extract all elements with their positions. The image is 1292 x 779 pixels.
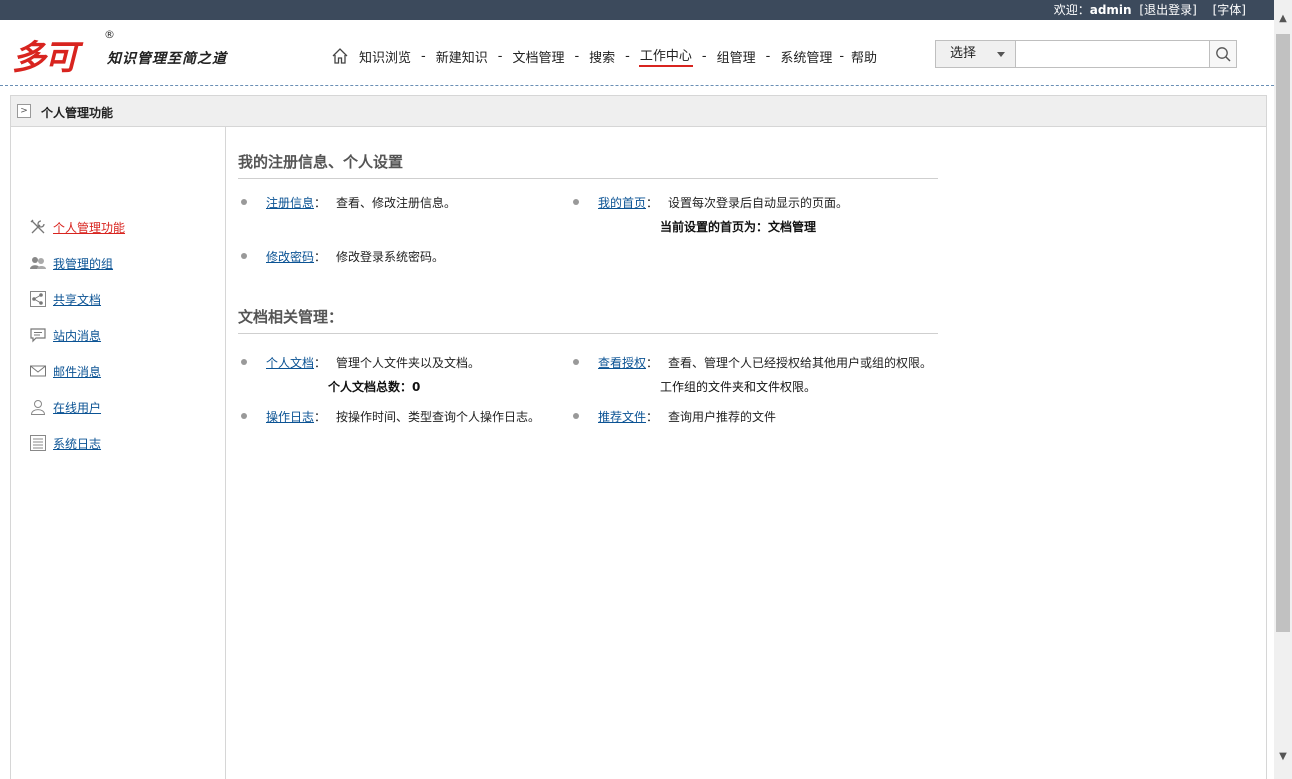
entry-view-authorization: 查看授权 ： 查看、管理个人已经授权给其他用户或组的权限。	[573, 354, 932, 371]
log-icon	[30, 435, 46, 451]
entry-desc: 按操作时间、类型查询个人操作日志。	[336, 410, 541, 424]
bullet	[241, 199, 247, 205]
sidebar-item-label: 个人管理功能	[53, 220, 126, 235]
sidebar: 个人管理功能 我管理的组 共享文档 站内消息 邮件消息 在线用户 系统日志	[10, 127, 226, 779]
search-box: 选择	[935, 40, 1237, 68]
vertical-scrollbar[interactable]: ▲ ▼	[1274, 0, 1292, 779]
logo-brand: 多可	[12, 38, 78, 78]
sidebar-item-label: 共享文档	[53, 292, 102, 307]
entry-desc: 查看、修改注册信息。	[336, 196, 457, 210]
sidebar-item-label: 系统日志	[53, 436, 102, 451]
sidebar-item-personal-management[interactable]: 个人管理功能	[29, 217, 125, 237]
sidebar-item-label: 我管理的组	[53, 256, 114, 271]
bullet	[573, 359, 579, 365]
panel-toggle-icon[interactable]: >	[17, 104, 31, 118]
sidebar-item-label: 邮件消息	[53, 364, 102, 379]
sidebar-item-label: 在线用户	[53, 400, 102, 415]
nav-group-management[interactable]: 组管理	[716, 47, 757, 66]
sidebar-item-my-groups[interactable]: 我管理的组	[29, 253, 113, 273]
bullet	[241, 253, 247, 259]
logo: 多可 ® 知识管理至简之道	[12, 28, 252, 78]
current-homepage-text: 当前设置的首页为：文档管理	[660, 220, 817, 234]
bullet	[241, 413, 247, 419]
bullet	[573, 413, 579, 419]
sidebar-item-system-log[interactable]: 系统日志	[29, 433, 101, 453]
bullet	[241, 359, 247, 365]
welcome-text: 欢迎：	[1053, 3, 1090, 17]
search-input[interactable]	[1016, 41, 1209, 67]
logo-slogan: 知识管理至简之道	[107, 51, 227, 67]
change-password-link[interactable]: 修改密码	[266, 248, 314, 265]
nav-separator: -	[701, 48, 707, 64]
logout-link[interactable]: [退出登录]	[1139, 3, 1196, 17]
authorization-subtext: 工作组的文件夹和文件权限。	[660, 380, 817, 394]
panel-header: > 个人管理功能	[10, 95, 1267, 127]
entry-desc: 查询用户推荐的文件	[668, 410, 777, 424]
bullet	[573, 199, 579, 205]
entry-operation-log: 操作日志 ： 按操作时间、类型查询个人操作日志。	[241, 408, 540, 425]
font-link[interactable]: [字体]	[1213, 3, 1246, 17]
panel-right-border	[1266, 127, 1267, 779]
search-button[interactable]	[1209, 41, 1236, 67]
recommended-files-link[interactable]: 推荐文件	[598, 408, 646, 425]
sidebar-item-online-users[interactable]: 在线用户	[29, 397, 101, 417]
nav-search[interactable]: 搜索	[588, 47, 616, 66]
nav-knowledge-browse[interactable]: 知识浏览	[358, 47, 412, 66]
personal-docs-count: 个人文档总数：0	[328, 380, 421, 394]
entry-desc: 管理个人文件夹以及文档。	[336, 356, 481, 370]
nav-document-management[interactable]: 文档管理	[511, 47, 565, 66]
nav-separator: -	[574, 48, 580, 64]
user-info: 欢迎：admin [退出登录] [字体]	[1050, 0, 1246, 20]
entry-recommended-files: 推荐文件 ： 查询用户推荐的文件	[573, 408, 776, 425]
main-content: 我的注册信息、个人设置 注册信息 ： 查看、修改注册信息。 我的首页 ： 设置每…	[226, 127, 1266, 779]
registered-mark: ®	[104, 28, 115, 41]
nav-separator: -	[421, 48, 426, 64]
group-icon	[30, 257, 46, 269]
my-homepage-link[interactable]: 我的首页	[598, 194, 646, 211]
nav-help[interactable]: 帮助	[850, 47, 878, 66]
nav-system-management[interactable]: 系统管理	[779, 47, 833, 66]
scrollbar-thumb[interactable]	[1276, 34, 1290, 632]
sidebar-item-label: 站内消息	[53, 328, 102, 343]
sidebar-item-email-messages[interactable]: 邮件消息	[29, 361, 101, 381]
registration-info-link[interactable]: 注册信息	[266, 194, 314, 211]
search-icon	[1216, 47, 1231, 62]
nav-separator: -	[497, 48, 503, 64]
entry-change-password: 修改密码 ： 修改登录系统密码。	[241, 248, 444, 265]
tools-icon	[30, 219, 45, 234]
main-nav: 知识浏览 - 新建知识 - 文档管理 - 搜索 - 工作中心 - 组管理 - 系…	[331, 45, 878, 67]
nav-work-center[interactable]: 工作中心	[638, 45, 693, 67]
username: admin	[1089, 3, 1132, 17]
mail-icon	[30, 365, 46, 377]
nav-separator: -	[765, 48, 771, 64]
operation-log-link[interactable]: 操作日志	[266, 408, 314, 425]
share-icon	[30, 291, 46, 307]
personal-docs-link[interactable]: 个人文档	[266, 354, 314, 371]
header: 多可 ® 知识管理至简之道 知识浏览 - 新建知识 - 文档管理 - 搜索 - …	[0, 20, 1274, 86]
scroll-down-icon[interactable]: ▼	[1278, 752, 1288, 762]
nav-new-knowledge[interactable]: 新建知识	[435, 47, 489, 66]
entry-registration-info: 注册信息 ： 查看、修改注册信息。	[241, 194, 456, 211]
message-icon	[30, 328, 46, 343]
section-title-registration: 我的注册信息、个人设置	[238, 151, 938, 179]
chevron-down-icon	[997, 52, 1005, 57]
nav-separator: -	[625, 48, 630, 64]
view-authorization-link[interactable]: 查看授权	[598, 354, 646, 371]
sidebar-item-site-messages[interactable]: 站内消息	[29, 325, 101, 345]
sidebar-item-shared-docs[interactable]: 共享文档	[29, 289, 101, 309]
entry-desc: 查看、管理个人已经授权给其他用户或组的权限。	[668, 356, 933, 370]
entry-personal-docs: 个人文档 ： 管理个人文件夹以及文档。	[241, 354, 480, 371]
entry-desc: 设置每次登录后自动显示的页面。	[668, 196, 849, 210]
nav-separator: -	[839, 48, 845, 64]
home-icon[interactable]	[331, 47, 349, 65]
search-scope-label: 选择	[950, 46, 977, 61]
top-bar: 欢迎：admin [退出登录] [字体]	[0, 0, 1292, 20]
section-title-documents: 文档相关管理：	[238, 306, 938, 334]
user-icon	[30, 400, 46, 415]
entry-desc: 修改登录系统密码。	[336, 250, 445, 264]
entry-my-homepage: 我的首页 ： 设置每次登录后自动显示的页面。	[573, 194, 848, 211]
scroll-up-icon[interactable]: ▲	[1278, 14, 1288, 24]
search-scope-select[interactable]: 选择	[936, 41, 1016, 67]
panel-title: 个人管理功能	[41, 106, 114, 120]
